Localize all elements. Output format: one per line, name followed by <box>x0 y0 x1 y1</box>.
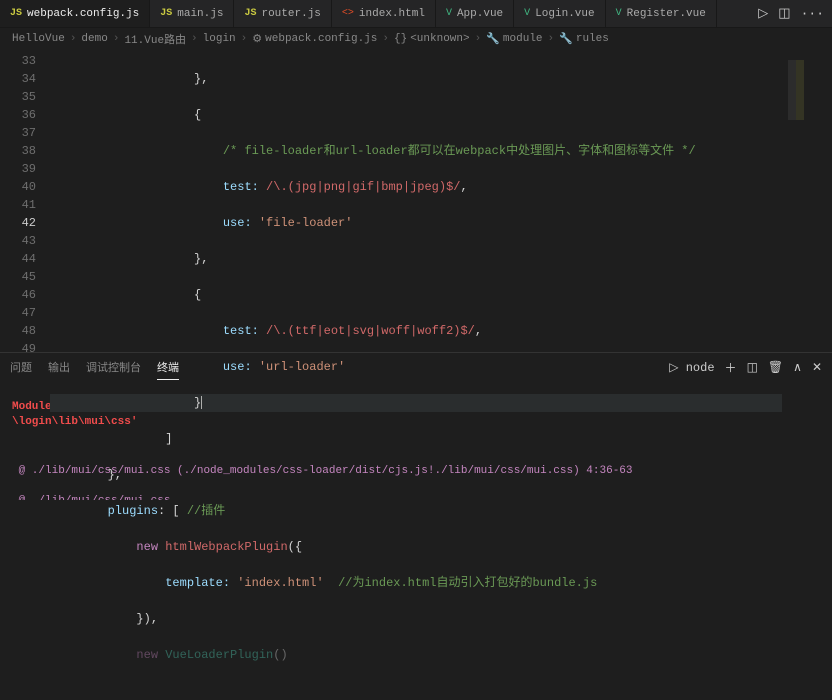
html-icon: <> <box>342 8 354 19</box>
tab-router-js[interactable]: JS router.js <box>234 0 331 27</box>
tab-app-vue[interactable]: V App.vue <box>436 0 514 27</box>
text-cursor <box>201 396 202 409</box>
tab-label: router.js <box>261 8 320 20</box>
breadcrumb-part[interactable]: demo <box>81 33 107 45</box>
more-icon[interactable]: ··· <box>801 6 824 21</box>
vue-icon: V <box>616 8 622 19</box>
tab-label: Login.vue <box>535 8 594 20</box>
tab-login-vue[interactable]: V Login.vue <box>514 0 605 27</box>
breadcrumb[interactable]: HelloVue› demo› 11.Vue路由› login› ⚙ webpa… <box>0 28 832 50</box>
tab-label: index.html <box>359 8 425 20</box>
breadcrumb-part[interactable]: <unknown> <box>410 33 469 45</box>
panel-tab-problems[interactable]: 问题 <box>10 355 32 379</box>
code-content[interactable]: }, { /* file-loader和url-loader都可以在webpac… <box>50 50 782 352</box>
line-gutter: 3334353637383940414243444546474849 <box>0 50 50 352</box>
run-icon[interactable]: ▷ <box>758 6 768 21</box>
chevron-up-icon[interactable]: ∧ <box>793 360 802 375</box>
vue-icon: V <box>524 8 530 19</box>
code-editor[interactable]: 3334353637383940414243444546474849 }, { … <box>0 50 832 352</box>
tab-register-vue[interactable]: V Register.vue <box>606 0 717 27</box>
breadcrumb-part[interactable]: 11.Vue路由 <box>124 31 186 47</box>
breadcrumb-part[interactable]: rules <box>576 33 609 45</box>
symbol-icon: {} <box>394 33 407 45</box>
vue-icon: V <box>446 8 452 19</box>
tab-label: webpack.config.js <box>27 8 139 20</box>
tab-label: App.vue <box>457 8 503 20</box>
js-icon: ⚙ <box>252 32 262 46</box>
wrench-icon: 🔧 <box>559 32 573 46</box>
breadcrumb-part[interactable]: login <box>203 33 236 45</box>
minimap[interactable] <box>782 50 832 352</box>
breadcrumb-part[interactable]: module <box>503 33 543 45</box>
tab-label: main.js <box>177 8 223 20</box>
breadcrumb-part[interactable]: HelloVue <box>12 33 65 45</box>
tab-webpack-config[interactable]: JS webpack.config.js <box>0 0 150 27</box>
editor-tabs: JS webpack.config.js JS main.js JS router.j… <box>0 0 832 28</box>
tab-main-js[interactable]: JS main.js <box>150 0 234 27</box>
js-icon: JS <box>10 8 22 19</box>
split-editor-icon[interactable]: ◫ <box>778 6 790 21</box>
tab-label: Register.vue <box>627 8 706 20</box>
js-icon: JS <box>244 8 256 19</box>
title-actions: ▷ ◫ ··· <box>750 0 832 27</box>
breadcrumb-part[interactable]: webpack.config.js <box>265 33 377 45</box>
tab-index-html[interactable]: <> index.html <box>332 0 436 27</box>
wrench-icon: 🔧 <box>486 32 500 46</box>
close-icon[interactable]: ✕ <box>812 360 822 375</box>
js-icon: JS <box>160 8 172 19</box>
